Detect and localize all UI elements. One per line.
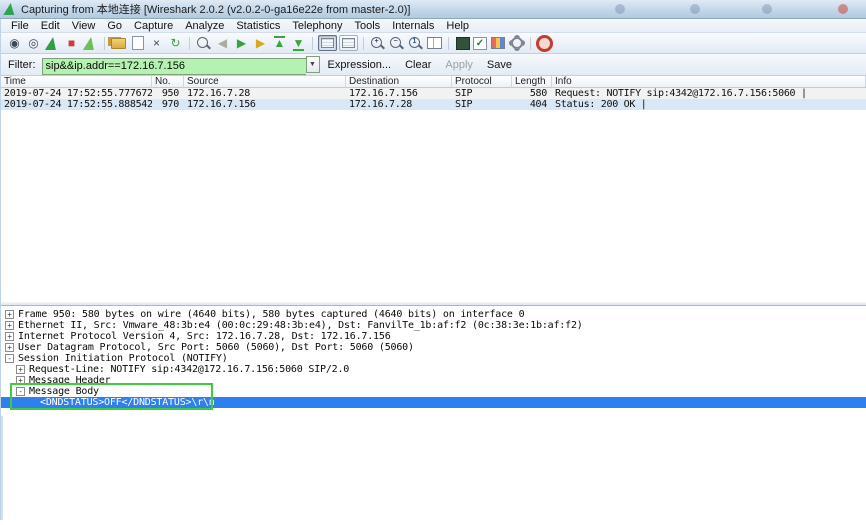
interface-list-icon[interactable]: ◉ [6, 35, 23, 52]
main-toolbar: ◉◎■×↻◀▶▶▲▼✓ [1, 33, 866, 54]
menu-item[interactable]: Go [101, 19, 128, 33]
menu-item[interactable]: View [66, 19, 102, 33]
background-window-artifact [615, 4, 625, 14]
filter-button[interactable]: Expression... [328, 59, 392, 71]
display-filters-icon[interactable]: ✓ [473, 37, 487, 50]
detail-tree-row[interactable]: + Request-Line: NOTIFY sip:4342@172.16.7… [1, 364, 866, 375]
go-to-top-icon[interactable]: ▲ [271, 35, 288, 52]
coloring-rules-icon[interactable] [489, 35, 506, 52]
capture-filters-icon[interactable] [454, 35, 471, 52]
column-header[interactable]: Source [184, 76, 346, 88]
column-header[interactable]: Protocol [452, 76, 512, 88]
packet-list-pane: TimeNo.SourceDestinationProtocolLengthIn… [1, 76, 866, 303]
separator [448, 37, 449, 50]
find-packet-icon[interactable] [195, 35, 212, 52]
wireshark-logo-icon [4, 2, 16, 16]
filter-button[interactable]: Apply [445, 59, 473, 71]
tree-expander-icon[interactable]: + [5, 310, 14, 319]
tree-expander-icon[interactable]: - [16, 387, 25, 396]
tree-expander-icon[interactable]: + [16, 365, 25, 374]
detail-tree-row[interactable]: + Internet Protocol Version 4, Src: 172.… [1, 331, 866, 342]
detail-tree-row[interactable]: - Session Initiation Protocol (NOTIFY) [1, 353, 866, 364]
help-icon[interactable] [536, 35, 553, 52]
packet-list-header: TimeNo.SourceDestinationProtocolLengthIn… [1, 76, 866, 88]
menu-item[interactable]: Help [440, 19, 475, 33]
menu-item[interactable]: File [5, 19, 35, 33]
packet-rows: 2019-07-24 17:52:55.777672 950 172.16.7.… [1, 88, 866, 110]
separator [104, 37, 105, 50]
go-back-icon[interactable]: ◀ [214, 35, 231, 52]
detail-tree-row[interactable]: - Message Body [1, 386, 866, 397]
auto-scroll-icon[interactable] [339, 35, 358, 51]
filter-label: Filter: [8, 59, 36, 71]
detail-tree-row[interactable]: + Frame 950: 580 bytes on wire (4640 bit… [1, 309, 866, 320]
tree-expander-icon[interactable]: + [5, 332, 14, 341]
colorize-packet-list-icon[interactable] [318, 35, 337, 51]
go-to-bottom-icon[interactable]: ▼ [290, 35, 307, 52]
reload-icon[interactable]: ↻ [167, 35, 184, 52]
detail-tree-row[interactable]: <DNDSTATUS>OFF</DNDSTATUS>\r\n [1, 397, 866, 408]
open-file-icon[interactable] [110, 35, 127, 52]
go-to-packet-icon[interactable]: ▶ [252, 35, 269, 52]
packet-details-pane: + Frame 950: 580 bytes on wire (4640 bit… [1, 306, 866, 416]
wireshark-window: Capturing from 本地连接 [Wireshark 2.0.2 (v2… [0, 0, 866, 525]
detail-tree-row[interactable]: + Message Header [1, 375, 866, 386]
close-file-icon[interactable]: × [148, 35, 165, 52]
filter-button[interactable]: Save [487, 59, 512, 71]
zoom-in-icon[interactable] [369, 35, 386, 52]
background-window-artifact [838, 4, 848, 14]
separator [189, 37, 190, 50]
menu-item[interactable]: Statistics [230, 19, 286, 33]
tree-expander-icon[interactable]: + [5, 321, 14, 330]
detail-tree-row[interactable]: + User Datagram Protocol, Src Port: 5060… [1, 342, 866, 353]
display-filter-input[interactable] [42, 58, 306, 75]
go-forward-icon[interactable]: ▶ [233, 35, 250, 52]
start-capture-icon[interactable] [44, 35, 61, 52]
background-window-artifact [762, 4, 772, 14]
zoom-100-icon[interactable] [407, 35, 424, 52]
column-header[interactable]: Length [512, 76, 552, 88]
window-title: Capturing from 本地连接 [Wireshark 2.0.2 (v2… [21, 1, 410, 17]
menu-bar: FileEditViewGoCaptureAnalyzeStatisticsTe… [1, 19, 866, 33]
menu-item[interactable]: Tools [349, 19, 387, 33]
save-file-icon[interactable] [129, 35, 146, 52]
detail-tree-row[interactable]: + Ethernet II, Src: Vmware_48:3b:e4 (00:… [1, 320, 866, 331]
restart-capture-icon[interactable] [82, 35, 99, 52]
packet-row[interactable]: 2019-07-24 17:52:55.777672 950 172.16.7.… [1, 88, 866, 99]
capture-options-icon[interactable]: ◎ [25, 35, 42, 52]
tree-expander-icon[interactable]: + [5, 343, 14, 352]
filter-button[interactable]: Clear [405, 59, 431, 71]
zoom-out-icon[interactable] [388, 35, 405, 52]
resize-columns-icon[interactable] [426, 35, 443, 52]
separator [530, 37, 531, 50]
column-header[interactable]: Destination [346, 76, 452, 88]
tree-expander-icon[interactable]: + [16, 376, 25, 385]
preferences-icon[interactable] [508, 35, 525, 52]
column-header[interactable]: No. [152, 76, 184, 88]
menu-item[interactable]: Telephony [286, 19, 348, 33]
filter-toolbar: Filter: ▼ Expression... Clear Apply Save [1, 54, 866, 76]
background-window-artifact [690, 4, 700, 14]
separator [363, 37, 364, 50]
packet-row[interactable]: 2019-07-24 17:52:55.888542 970 172.16.7.… [1, 99, 866, 110]
menu-item[interactable]: Capture [128, 19, 179, 33]
menu-item[interactable]: Edit [35, 19, 66, 33]
menu-item[interactable]: Internals [386, 19, 440, 33]
stop-capture-icon[interactable]: ■ [63, 35, 80, 52]
separator [312, 37, 313, 50]
tree-expander-icon[interactable]: - [5, 354, 14, 363]
filter-dropdown-icon[interactable]: ▼ [306, 56, 320, 73]
column-header[interactable]: Info [552, 76, 866, 88]
title-bar[interactable]: Capturing from 本地连接 [Wireshark 2.0.2 (v2… [0, 0, 866, 19]
menu-item[interactable]: Analyze [179, 19, 230, 33]
column-header[interactable]: Time [1, 76, 152, 88]
